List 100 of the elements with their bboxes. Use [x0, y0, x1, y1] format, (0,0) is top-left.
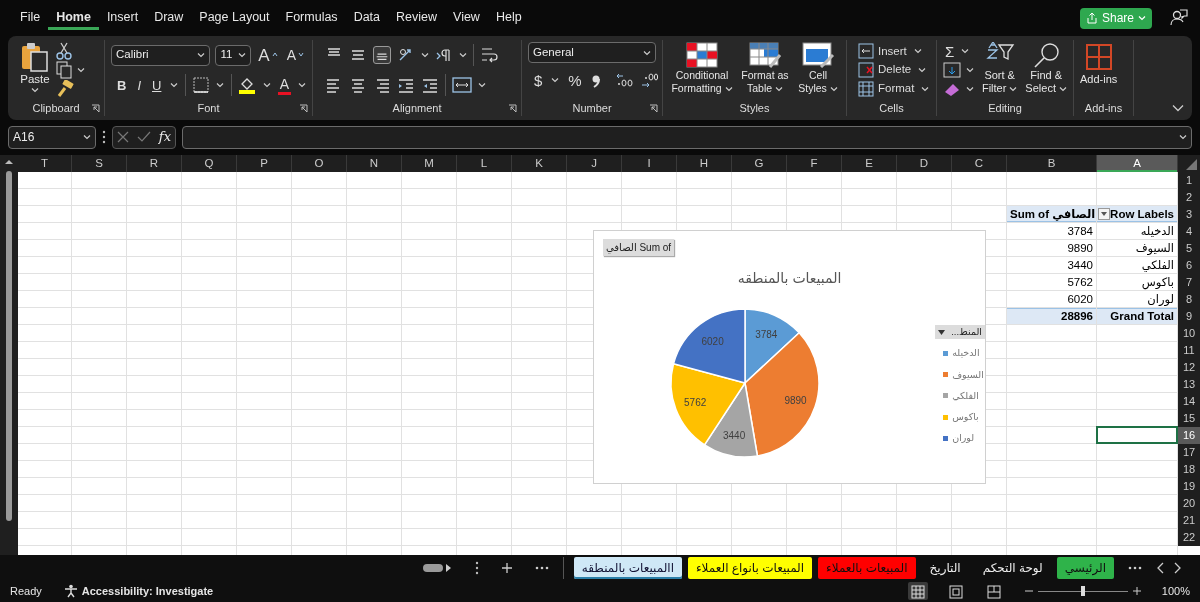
format-as-table-button[interactable]: Format as Table: [737, 42, 793, 98]
delete-cells-button[interactable]: Delete: [856, 61, 914, 79]
sheet-tab[interactable]: الرئيسي: [1056, 556, 1114, 579]
conditional-formatting-button[interactable]: Conditional Formatting: [669, 42, 735, 98]
bold-button[interactable]: B: [115, 77, 129, 93]
column-header[interactable]: T: [18, 155, 72, 172]
format-cells-button[interactable]: Format: [856, 79, 917, 98]
column-header[interactable]: I: [622, 155, 677, 172]
menu-tab[interactable]: Help: [487, 6, 530, 30]
row-header[interactable]: 21: [1178, 512, 1200, 529]
legend-label: الدخيله: [952, 346, 980, 361]
data-label: 9890: [784, 395, 807, 407]
sheet-tab[interactable]: االمبيعات بالمنطقه: [573, 556, 682, 579]
column-header[interactable]: E: [842, 155, 897, 172]
paste-button[interactable]: Paste: [20, 42, 50, 98]
column-header[interactable]: F: [787, 155, 842, 172]
menu-tab[interactable]: Home: [48, 6, 99, 30]
percent-button[interactable]: %: [566, 71, 584, 89]
menu-tab[interactable]: View: [445, 6, 488, 30]
font-size-field[interactable]: 11: [215, 44, 252, 66]
row-header[interactable]: 6: [1178, 257, 1200, 274]
row-header[interactable]: 8: [1178, 291, 1200, 308]
menu-tab[interactable]: Draw: [146, 6, 192, 30]
add-ins-button[interactable]: Add-ins: [1080, 42, 1118, 98]
group-label: Add-ins: [1084, 100, 1123, 116]
row-header[interactable]: 3: [1178, 206, 1200, 223]
value-cell-text: 5762: [1066, 275, 1094, 290]
sheet-tab[interactable]: التاريخ: [921, 556, 969, 579]
number-format-field[interactable]: General: [528, 42, 656, 63]
insert-cells-button[interactable]: Insert: [856, 42, 909, 61]
font-name-field[interactable]: Calibri: [111, 44, 211, 66]
insert-function-button[interactable]: fx: [158, 127, 171, 147]
italic-button[interactable]: I: [135, 77, 143, 93]
group-label: Clipboard: [32, 100, 80, 116]
sheet-tab[interactable]: المبيعات بالعملاء: [818, 556, 916, 579]
row-header[interactable]: 16: [1178, 427, 1200, 444]
row-header[interactable]: 10: [1178, 325, 1200, 342]
column-header[interactable]: S: [72, 155, 127, 172]
font-color-button[interactable]: A: [277, 75, 291, 95]
pivot-header: Sum of الصافي: [1007, 206, 1096, 222]
increase-font-size-button[interactable]: A: [256, 45, 280, 65]
sheet-tab[interactable]: المبيعات بانواع العملاء: [687, 556, 813, 579]
menu-tab[interactable]: Formulas: [277, 6, 346, 30]
menu-tab[interactable]: Data: [345, 6, 389, 30]
row-header[interactable]: 20: [1178, 495, 1200, 512]
row-header[interactable]: 9: [1178, 308, 1200, 325]
autosum-button[interactable]: Σ: [943, 42, 957, 60]
zoom-level[interactable]: 100%: [1161, 582, 1190, 600]
row-header[interactable]: 15: [1178, 410, 1200, 427]
column-header[interactable]: D: [897, 155, 952, 172]
sheet-tab[interactable]: لوحة التحكم: [974, 556, 1051, 579]
legend-field-button[interactable]: المنط...: [935, 325, 985, 340]
menu-tab[interactable]: Insert: [98, 6, 147, 30]
column-header[interactable]: C: [952, 155, 1007, 172]
legend-label: باكوس: [952, 410, 979, 424]
accessibility-status[interactable]: Accessibility: Investigate: [81, 582, 214, 600]
row-header[interactable]: 18: [1178, 461, 1200, 478]
column-header[interactable]: B: [1007, 155, 1097, 172]
name-box[interactable]: A16: [8, 125, 96, 149]
cell-styles-button[interactable]: Cell Styles: [795, 42, 841, 98]
data-label: 5762: [684, 397, 707, 408]
column-header[interactable]: L: [457, 155, 512, 172]
column-header[interactable]: N: [347, 155, 402, 172]
currency-button[interactable]: $: [532, 71, 545, 89]
column-header[interactable]: M: [402, 155, 457, 172]
menu-tab[interactable]: File: [12, 6, 49, 30]
row-label-cell-text: الفلكي: [1140, 258, 1175, 273]
row-header[interactable]: 22: [1178, 529, 1200, 546]
row-header[interactable]: 11: [1178, 342, 1200, 359]
field-button[interactable]: Sum of الصافي: [603, 239, 675, 256]
column-header[interactable]: J: [567, 155, 622, 172]
column-header[interactable]: A: [1097, 155, 1178, 172]
legend-label: لوران: [952, 431, 975, 446]
column-header[interactable]: K: [512, 155, 567, 172]
underline-button[interactable]: U: [150, 77, 164, 93]
column-header[interactable]: H: [677, 155, 732, 172]
column-header[interactable]: Q: [182, 155, 237, 172]
row-header[interactable]: 12: [1178, 359, 1200, 376]
row-header[interactable]: 5: [1178, 240, 1200, 257]
group-label: Number: [572, 100, 612, 116]
row-header[interactable]: 1: [1178, 172, 1200, 189]
row-label-cell-text: باكوس: [1140, 275, 1175, 290]
column-header[interactable]: O: [292, 155, 347, 172]
row-header[interactable]: 4: [1178, 223, 1200, 240]
column-header[interactable]: G: [732, 155, 787, 172]
row-header[interactable]: 19: [1178, 478, 1200, 495]
row-header[interactable]: 14: [1178, 393, 1200, 410]
find-select-button[interactable]: Find & Select: [1025, 42, 1067, 98]
column-header[interactable]: P: [237, 155, 292, 172]
row-header[interactable]: 7: [1178, 274, 1200, 291]
menu-tab[interactable]: Review: [388, 6, 446, 30]
row-header[interactable]: 2: [1178, 189, 1200, 206]
menu-tab[interactable]: Page Layout: [191, 6, 278, 30]
row-header[interactable]: 17: [1178, 444, 1200, 461]
column-header[interactable]: R: [127, 155, 182, 172]
row-header[interactable]: 13: [1178, 376, 1200, 393]
group-label: Font: [197, 100, 220, 116]
decrease-font-size-button[interactable]: A: [284, 47, 306, 63]
group-label: Styles: [739, 100, 770, 116]
sort-filter-button[interactable]: Sort & Filter: [980, 42, 1020, 98]
